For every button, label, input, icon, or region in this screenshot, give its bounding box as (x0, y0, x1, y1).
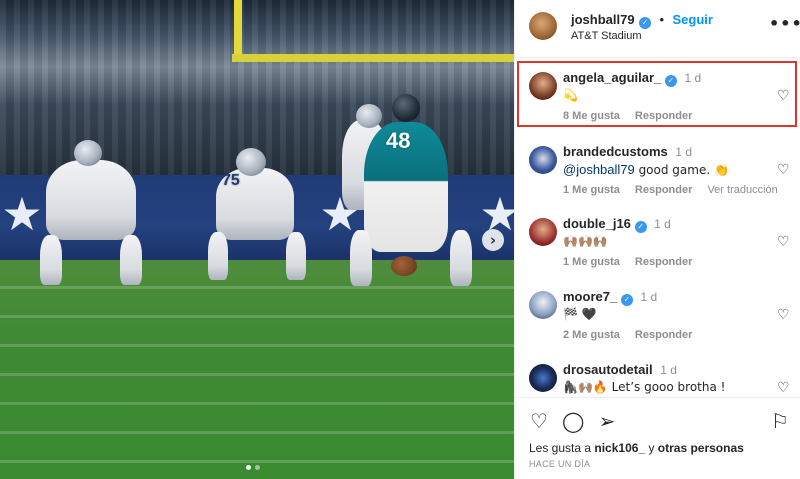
comment-text: @joshball79 good game. 👏 (563, 162, 729, 177)
jersey-number: 75 (222, 172, 240, 189)
reply-button[interactable]: Responder (635, 256, 692, 268)
heart-icon[interactable]: ♡ (777, 162, 790, 178)
comment-text: 🦍🙌🏽🔥 Let’s gooo brotha ! (563, 380, 726, 394)
reply-button[interactable]: Responder (635, 329, 692, 341)
carousel-indicator (246, 465, 260, 470)
translate-button[interactable]: Ver traducción (707, 184, 777, 196)
comment-time[interactable]: 1 d (675, 145, 692, 159)
verified-icon: ✓ (664, 75, 677, 87)
helmet (356, 104, 382, 128)
likes-user-link[interactable]: nick106_ (594, 441, 645, 455)
comment-likes[interactable]: 1 Me gusta (563, 256, 620, 268)
comment-item: double_j16 ✓ 1 d 🙌🏽🙌🏽🙌🏽 1 Me gusta Respo… (515, 212, 800, 284)
more-icon[interactable]: ••• (769, 14, 800, 33)
comment-header: angela_aguilar_ ✓ 1 d (563, 70, 701, 87)
comment-username[interactable]: double_j16 (563, 216, 631, 231)
carousel-dot (255, 465, 260, 470)
post-photo[interactable]: ★ ★ ★ 75 48 › (0, 0, 514, 479)
reply-button[interactable]: Responder (635, 110, 692, 122)
avatar[interactable] (529, 12, 557, 40)
avatar[interactable] (529, 291, 557, 319)
avatar[interactable] (529, 72, 557, 100)
avatar[interactable] (529, 146, 557, 174)
star-logo: ★ (1, 187, 43, 241)
likes-suffix: y (645, 441, 658, 455)
verified-icon: ✓ (639, 17, 652, 29)
author-line: joshball79 ✓ • Seguir (571, 11, 713, 29)
separator-dot: • (659, 12, 665, 27)
helmet (236, 148, 266, 176)
carousel-dot-active (246, 465, 251, 470)
avatar[interactable] (529, 364, 557, 392)
comment-header: brandedcustoms 1 d (563, 144, 692, 159)
bookmark-icon[interactable]: ⚐ (769, 410, 791, 432)
likes-others-link[interactable]: otras personas (658, 441, 744, 455)
comment-actions: 1 Me gusta Responder (563, 256, 704, 268)
share-icon[interactable]: ➢ (596, 410, 618, 432)
player-leg (120, 235, 142, 285)
comment-likes[interactable]: 8 Me gusta (563, 110, 620, 122)
comment-icon[interactable]: ◯ (562, 410, 584, 432)
heart-icon[interactable]: ♡ (777, 234, 790, 250)
comment-likes[interactable]: 1 Me gusta (563, 184, 620, 196)
comment-item: angela_aguilar_ ✓ 1 d 💫 8 Me gusta Respo… (515, 66, 800, 138)
player-leg (286, 232, 306, 280)
comment-username[interactable]: drosautodetail (563, 362, 653, 377)
comment-header: double_j16 ✓ 1 d (563, 216, 671, 233)
post-header: joshball79 ✓ • Seguir AT&T Stadium ••• (515, 0, 800, 58)
verified-icon: ✓ (620, 294, 633, 306)
post-date[interactable]: HACE UN DÍA (529, 459, 590, 469)
comment-header: moore7_ ✓ 1 d (563, 289, 657, 306)
helmet (74, 140, 102, 166)
comment-actions: 1 Me gusta Responder Ver traducción (563, 184, 790, 196)
goal-post (234, 0, 242, 60)
helmet (392, 94, 420, 122)
avatar[interactable] (529, 218, 557, 246)
comment-text: 🙌🏽🙌🏽🙌🏽 (563, 234, 608, 248)
heart-icon[interactable]: ♡ (777, 380, 790, 396)
likes-prefix: Les gusta a (529, 441, 595, 455)
goal-crossbar (232, 54, 514, 62)
comment-actions: 8 Me gusta Responder (563, 110, 704, 122)
comment-username[interactable]: brandedcustoms (563, 144, 668, 159)
comment-time[interactable]: 1 d (640, 290, 657, 304)
heart-icon[interactable]: ♡ (777, 88, 790, 104)
comment-body: good game. 👏 (634, 163, 729, 177)
comment-item: moore7_ ✓ 1 d 🏁 🖤 2 Me gusta Responder ♡ (515, 285, 800, 357)
follow-button[interactable]: Seguir (673, 12, 713, 27)
verified-icon: ✓ (634, 221, 647, 233)
comment-time[interactable]: 1 d (660, 363, 677, 377)
comment-username[interactable]: angela_aguilar_ (563, 70, 661, 85)
player (46, 160, 136, 240)
reply-button[interactable]: Responder (635, 184, 692, 196)
comment-time[interactable]: 1 d (685, 71, 702, 85)
comment-actions: 2 Me gusta Responder (563, 329, 704, 341)
author-username[interactable]: joshball79 (571, 12, 635, 27)
football (391, 256, 417, 276)
comment-text: 💫 (563, 88, 578, 102)
football-field (0, 260, 514, 479)
mention-link[interactable]: @joshball79 (563, 162, 635, 177)
comment-text: 🏁 🖤 (563, 307, 597, 321)
comment-item: brandedcustoms 1 d @joshball79 good game… (515, 140, 800, 212)
likes-summary: Les gusta a nick106_ y otras personas (529, 441, 744, 455)
player-leg (208, 232, 228, 280)
location-link[interactable]: AT&T Stadium (571, 30, 642, 42)
comment-time[interactable]: 1 d (654, 217, 671, 231)
comment-header: drosautodetail 1 d (563, 362, 677, 377)
post-actions-footer: ♡ ◯ ➢ ⚐ Les gusta a nick106_ y otras per… (515, 397, 800, 479)
player-leg (450, 230, 472, 286)
comment-username[interactable]: moore7_ (563, 289, 617, 304)
player-leg (40, 235, 62, 285)
heart-icon[interactable]: ♡ (777, 307, 790, 323)
comment-likes[interactable]: 2 Me gusta (563, 329, 620, 341)
post-side-panel: joshball79 ✓ • Seguir AT&T Stadium ••• a… (514, 0, 800, 479)
like-heart-icon[interactable]: ♡ (528, 410, 550, 432)
player-leg (350, 230, 372, 286)
jersey-number: 48 (386, 128, 411, 153)
next-slide-button[interactable]: › (482, 229, 504, 251)
